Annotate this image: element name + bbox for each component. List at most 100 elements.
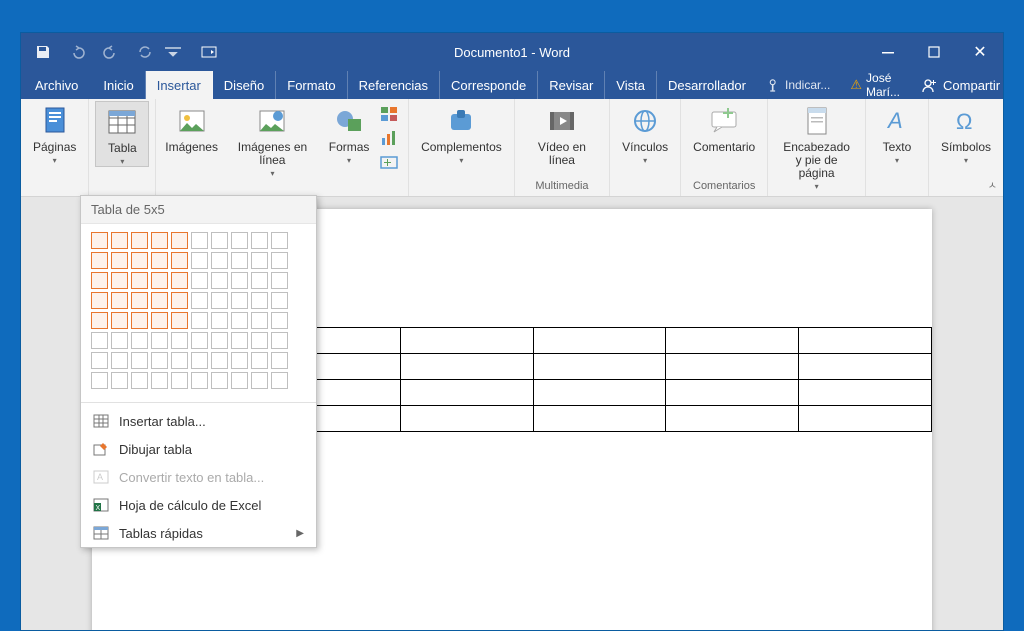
tab-design[interactable]: Diseño [213, 71, 276, 99]
grid-cell[interactable] [91, 232, 108, 249]
grid-cell[interactable] [231, 252, 248, 269]
grid-cell[interactable] [111, 272, 128, 289]
grid-cell[interactable] [271, 352, 288, 369]
grid-cell[interactable] [131, 312, 148, 329]
tab-mailings[interactable]: Corresponde [440, 71, 538, 99]
tab-format[interactable]: Formato [276, 71, 347, 99]
header-footer-button[interactable]: Encabezado y pie de página▾ [774, 101, 859, 191]
grid-cell[interactable] [231, 272, 248, 289]
grid-cell[interactable] [131, 272, 148, 289]
maximize-button[interactable] [911, 33, 957, 71]
tab-view[interactable]: Vista [605, 71, 657, 99]
grid-cell[interactable] [191, 272, 208, 289]
redo-button[interactable] [97, 38, 125, 66]
pictures-button[interactable]: Imágenes [162, 101, 221, 154]
grid-cell[interactable] [91, 272, 108, 289]
grid-cell[interactable] [251, 352, 268, 369]
grid-cell[interactable] [211, 372, 228, 389]
grid-cell[interactable] [211, 352, 228, 369]
screenshot-button[interactable] [378, 151, 400, 173]
insert-table-item[interactable]: Insertar tabla... [81, 407, 316, 435]
grid-cell[interactable] [211, 232, 228, 249]
undo-button[interactable] [63, 38, 91, 66]
grid-cell[interactable] [151, 272, 168, 289]
grid-cell[interactable] [271, 372, 288, 389]
share-button[interactable]: Compartir [910, 77, 1012, 93]
grid-cell[interactable] [111, 292, 128, 309]
grid-cell[interactable] [131, 332, 148, 349]
grid-cell[interactable] [131, 292, 148, 309]
grid-cell[interactable] [231, 332, 248, 349]
grid-cell[interactable] [251, 372, 268, 389]
grid-cell[interactable] [251, 312, 268, 329]
qat-customize-button[interactable] [165, 38, 181, 66]
grid-cell[interactable] [211, 272, 228, 289]
grid-cell[interactable] [151, 292, 168, 309]
grid-cell[interactable] [191, 292, 208, 309]
grid-cell[interactable] [231, 292, 248, 309]
grid-cell[interactable] [111, 232, 128, 249]
grid-cell[interactable] [151, 332, 168, 349]
grid-cell[interactable] [211, 292, 228, 309]
grid-cell[interactable] [91, 352, 108, 369]
grid-cell[interactable] [191, 312, 208, 329]
grid-cell[interactable] [171, 252, 188, 269]
grid-cell[interactable] [131, 232, 148, 249]
grid-cell[interactable] [191, 232, 208, 249]
close-button[interactable]: ✕ [957, 33, 1003, 71]
grid-cell[interactable] [231, 372, 248, 389]
grid-cell[interactable] [91, 372, 108, 389]
user-account[interactable]: ⚠ José Marí... [840, 71, 910, 99]
grid-cell[interactable] [151, 232, 168, 249]
ribbon-display-options[interactable] [189, 33, 229, 71]
grid-cell[interactable] [231, 232, 248, 249]
tab-developer[interactable]: Desarrollador [657, 71, 757, 99]
grid-cell[interactable] [271, 292, 288, 309]
grid-cell[interactable] [251, 292, 268, 309]
grid-cell[interactable] [91, 292, 108, 309]
shapes-button[interactable]: Formas▾ [324, 101, 374, 165]
grid-cell[interactable] [111, 332, 128, 349]
grid-cell[interactable] [211, 332, 228, 349]
grid-cell[interactable] [131, 372, 148, 389]
grid-cell[interactable] [131, 252, 148, 269]
grid-cell[interactable] [271, 232, 288, 249]
document-table[interactable] [267, 327, 932, 432]
grid-cell[interactable] [91, 252, 108, 269]
table-grid-picker[interactable] [81, 224, 316, 398]
smartart-button[interactable] [378, 103, 400, 125]
grid-cell[interactable] [191, 372, 208, 389]
grid-cell[interactable] [171, 352, 188, 369]
repeat-button[interactable] [131, 38, 159, 66]
grid-cell[interactable] [171, 272, 188, 289]
grid-cell[interactable] [151, 372, 168, 389]
grid-cell[interactable] [251, 252, 268, 269]
addins-button[interactable]: Complementos▾ [415, 101, 508, 165]
grid-cell[interactable] [131, 352, 148, 369]
grid-cell[interactable] [171, 312, 188, 329]
chart-button[interactable] [378, 127, 400, 149]
online-video-button[interactable]: Vídeo en línea [521, 101, 603, 167]
grid-cell[interactable] [171, 372, 188, 389]
grid-cell[interactable] [191, 352, 208, 369]
grid-cell[interactable] [251, 232, 268, 249]
grid-cell[interactable] [211, 252, 228, 269]
text-button[interactable]: A Texto▾ [872, 101, 922, 165]
table-button[interactable]: Tabla▾ [95, 101, 149, 167]
pages-button[interactable]: Páginas▾ [27, 101, 82, 165]
grid-cell[interactable] [111, 252, 128, 269]
grid-cell[interactable] [151, 252, 168, 269]
excel-spreadsheet-item[interactable]: X Hoja de cálculo de Excel [81, 491, 316, 519]
grid-cell[interactable] [271, 272, 288, 289]
grid-cell[interactable] [211, 312, 228, 329]
online-pictures-button[interactable]: Imágenes en línea▾ [223, 101, 322, 178]
links-button[interactable]: Vínculos▾ [616, 101, 674, 165]
grid-cell[interactable] [171, 332, 188, 349]
minimize-button[interactable] [865, 33, 911, 71]
collapse-ribbon-button[interactable]: ㅅ [988, 177, 997, 192]
tab-references[interactable]: Referencias [348, 71, 440, 99]
grid-cell[interactable] [251, 332, 268, 349]
grid-cell[interactable] [111, 352, 128, 369]
tab-insert[interactable]: Insertar [146, 71, 213, 99]
draw-table-item[interactable]: Dibujar tabla [81, 435, 316, 463]
